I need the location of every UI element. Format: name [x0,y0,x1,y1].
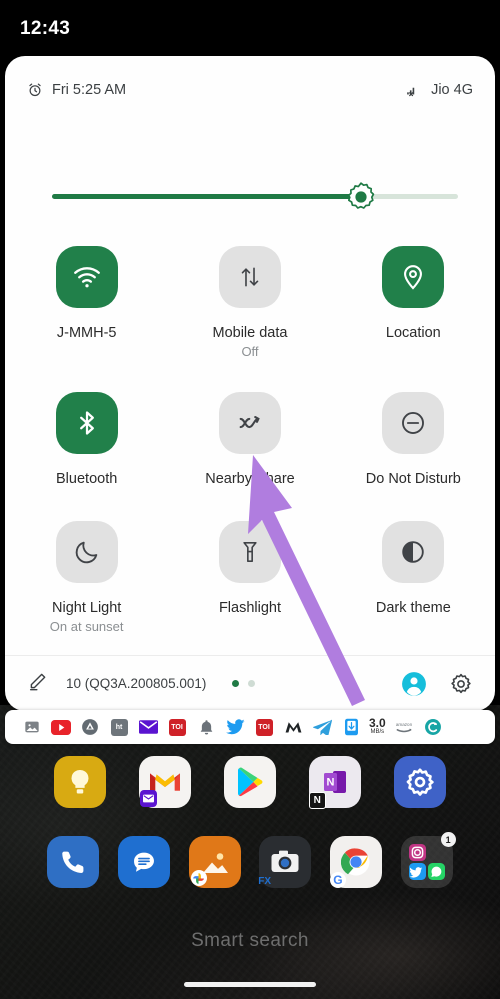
toi-label: TOI [171,723,183,731]
twitter-icon[interactable] [224,718,246,737]
flashlight-icon [218,521,281,584]
signal-no-service-icon [405,82,422,98]
alarm-clock-icon [27,82,43,98]
phone-icon[interactable] [47,836,100,888]
contrast-circle-icon [382,521,445,584]
tile-label: Nearby Share [205,471,295,488]
settings-icon[interactable] [393,756,446,808]
onenote-icon[interactable]: N N [308,756,361,809]
bluetooth-icon [55,392,118,455]
toi-icon[interactable]: TOI [253,718,275,737]
telegram-icon[interactable] [311,718,333,737]
tile-mobile-data[interactable]: Mobile data Off [168,246,331,359]
gear-icon[interactable] [449,672,473,696]
nearby-share-icon [218,392,281,455]
tile-do-not-disturb[interactable]: Do Not Disturb [332,392,495,488]
brightness-thumb[interactable] [346,182,376,212]
home-app-row-2: FX G 1 [0,832,500,888]
tile-dark-theme[interactable]: Dark theme [332,521,495,634]
quick-settings-header: Fri 5:25 AM Jio 4G [5,74,495,106]
tile-label: Night Light [52,600,122,617]
notification-icon-strip[interactable]: ht TOI TOI 3.0 MB/s amazon [5,710,495,744]
tile-night-light[interactable]: Night Light On at sunset [5,521,168,634]
mobile-data-icon [218,246,281,308]
build-number-label: 10 (QQ3A.200805.001) [66,676,207,691]
tile-label: Flashlight [218,600,282,617]
brightness-fill [52,194,361,199]
user-avatar-icon[interactable] [401,671,427,697]
home-app-row-1: N N [0,756,500,809]
toi-label: TOI [258,723,270,731]
ht-label: ht [115,723,123,731]
c-app-icon[interactable] [422,718,444,737]
network-speed-value: 3.0 [369,716,386,731]
chrome-icon[interactable]: G [329,836,382,888]
toi-icon[interactable]: TOI [166,718,188,737]
camera-icon[interactable]: FX [258,836,312,888]
quick-settings-footer: 10 (QQ3A.200805.001) [5,655,495,711]
phone-screen: 12:43 Fri 5:25 AM Jio 4G J-MMH-5 Mobile … [0,0,500,999]
tile-label: Dark theme [375,600,451,617]
moon-icon [55,521,118,584]
tile-label: Bluetooth [56,471,118,488]
carrier-label: Jio 4G [431,82,473,98]
edit-pencil-icon[interactable] [27,671,48,697]
tile-sublabel: On at sunset [49,619,124,635]
tile-flashlight[interactable]: Flashlight [168,521,331,634]
quick-settings-tiles: J-MMH-5 Mobile data Off Location Bluetoo… [5,246,495,634]
status-bar: 12:43 [0,0,500,58]
do-not-disturb-icon [382,392,445,455]
quick-settings-panel: Fri 5:25 AM Jio 4G J-MMH-5 Mobile data O… [5,56,495,711]
apus-icon[interactable] [79,718,101,737]
alarm-text: Fri 5:25 AM [52,82,127,98]
svg-text:N: N [326,777,334,789]
tile-nearby-share[interactable]: Nearby Share [168,392,331,488]
gallery-app-icon[interactable] [188,836,241,888]
phone-app-icon[interactable] [340,718,362,737]
amazon-icon[interactable]: amazon [393,718,415,737]
youtube-icon[interactable] [50,718,72,737]
messages-icon[interactable] [117,836,170,888]
page-dot-2[interactable] [248,680,256,687]
mail-badge-icon [140,790,158,807]
brightness-slider[interactable] [52,182,458,209]
network-speed-unit: MB/s [370,729,385,736]
tile-location[interactable]: Location [332,246,495,359]
tile-label: Location [385,325,441,341]
gmail-icon[interactable] [139,756,192,808]
tile-wifi[interactable]: J-MMH-5 [5,246,168,359]
social-folder-icon[interactable]: 1 [400,832,456,888]
tile-label: Mobile data [212,325,288,341]
svg-text:amazon: amazon [396,722,413,727]
smart-search-label[interactable]: Smart search [0,930,500,952]
tile-label: Do Not Disturb [365,471,461,488]
google-photos-badge-icon [190,870,207,886]
play-store-icon[interactable] [223,756,276,808]
bell-icon[interactable] [195,718,217,737]
folder-badge: 1 [440,832,456,847]
gesture-nav-pill[interactable] [184,982,316,987]
gallery-icon[interactable] [21,718,43,737]
tile-label: J-MMH-5 [56,325,117,341]
tile-bluetooth[interactable]: Bluetooth [5,392,168,488]
status-bar-clock: 12:43 [20,18,71,39]
location-pin-icon [382,246,445,308]
hindustan-times-icon[interactable]: ht [108,718,130,737]
mail-envelope-icon[interactable] [137,718,159,737]
notion-badge-icon: N [308,792,326,809]
network-speed-indicator: 3.0 MB/s [369,717,386,737]
fx-badge-icon: FX [258,876,272,887]
tile-sublabel: Off [241,344,259,360]
wifi-icon [55,246,118,308]
page-dot-1[interactable] [232,680,240,687]
google-badge-icon: G [329,872,346,888]
mint-icon[interactable] [282,718,304,737]
page-indicator-dots [232,680,256,687]
google-keep-icon[interactable] [54,756,107,808]
